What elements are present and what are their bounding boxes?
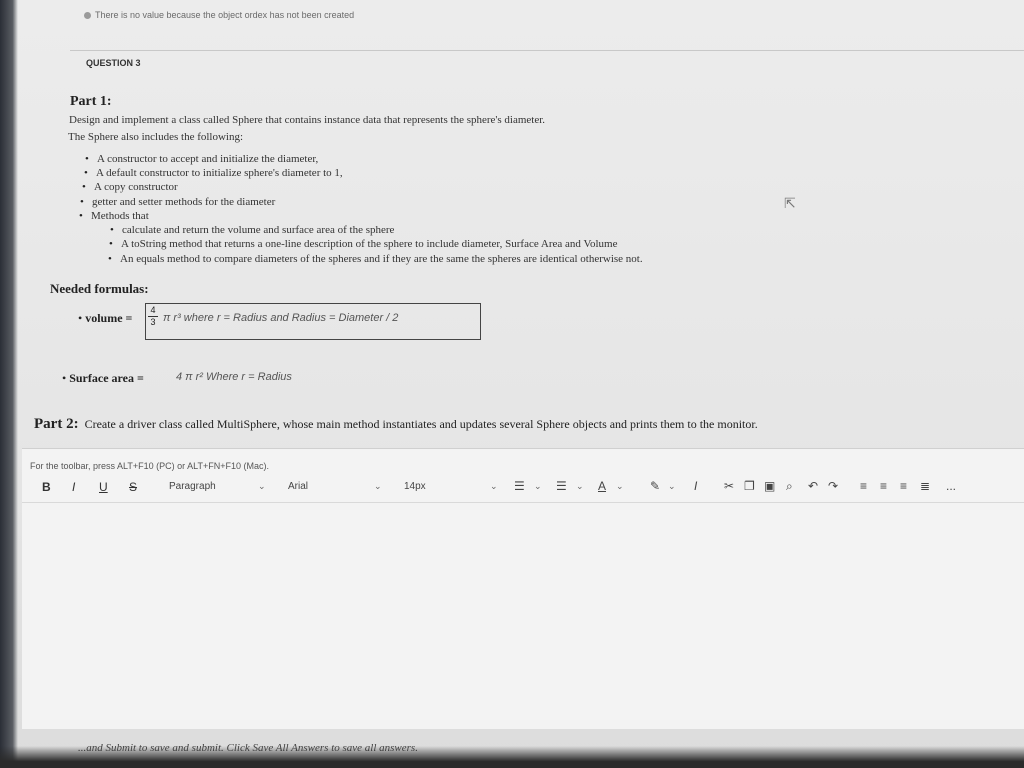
question-label: QUESTION 3 [86,58,141,68]
chevron-down-icon[interactable]: ⌄ [490,481,498,492]
validation-notice: There is no value because the object ord… [84,10,354,20]
chevron-down-icon[interactable]: ⌄ [616,481,624,492]
bullet-item: getter and setter methods for the diamet… [80,196,275,208]
chevron-down-icon[interactable]: ⌄ [668,481,676,492]
formulas-heading: Needed formulas: [50,281,149,296]
size-select[interactable]: 14px [404,481,426,492]
monitor-bezel-bottom [0,746,1024,768]
monitor-bezel-left [0,0,18,768]
italic-button[interactable]: I [72,480,75,494]
align-right-icon[interactable]: ≡ [900,479,907,493]
highlight-icon[interactable]: ✎ [650,479,660,493]
numbered-list-icon[interactable]: ☰ [556,479,567,493]
bullet-item: A copy constructor [82,181,178,193]
clear-format-icon[interactable]: I [694,479,697,493]
surface-area-label: Surface area = [69,371,144,385]
more-icon[interactable]: ... [946,479,956,493]
info-icon [84,12,91,19]
volume-formula: • volume = [78,311,133,325]
part2-block: Part 2: Create a driver class called Mult… [34,416,758,433]
align-center-icon[interactable]: ≡ [880,479,887,493]
fraction-denominator: 3 [150,317,156,327]
toolbar-hint: For the toolbar, press ALT+F10 (PC) or A… [30,461,270,471]
volume-fraction: 43 [148,305,158,327]
underline-button[interactable]: U [99,480,108,494]
part1-intro: Design and implement a class called Sphe… [69,114,546,126]
surface-area-formula: • Surface area = [62,371,144,385]
bullet-item: A default constructor to initialize sphe… [84,167,343,179]
undo-icon[interactable]: ↶ [808,479,818,493]
bullet-item: Methods that [79,210,149,222]
bullet-item: A constructor to accept and initialize t… [85,153,318,165]
redo-icon[interactable]: ↷ [828,479,838,493]
chevron-down-icon[interactable]: ⌄ [374,481,382,492]
fraction-numerator: 4 [148,305,158,317]
align-left-icon[interactable]: ≡ [860,479,867,493]
strikethrough-button[interactable]: S [129,480,137,494]
part2-heading: Part 2: [34,416,79,432]
notice-text: There is no value because the object ord… [95,10,355,20]
editor-toolbar: B I U S Paragraph ⌄ Arial ⌄ 14px ⌄ ☰ ⌄ ☰… [22,472,1024,503]
surface-area-expression: 4 π r² Where r = Radius [176,371,292,383]
find-icon[interactable]: ⌕ [786,479,793,494]
chevron-down-icon[interactable]: ⌄ [534,481,542,492]
justify-icon[interactable]: ≣ [920,479,930,493]
volume-expression: π r³ where r = Radius and Radius = Diame… [163,312,399,324]
bullet-list-icon[interactable]: ☰ [514,479,525,493]
question-divider [70,50,1024,51]
cursor-icon: ⇱ [784,197,796,212]
part2-text: Create a driver class called MultiSphere… [84,417,758,431]
cut-icon[interactable]: ✂ [724,479,734,493]
font-select[interactable]: Arial [288,481,308,492]
part1-intro-2: The Sphere also includes the following: [68,131,244,143]
sub-bullet-item: calculate and return the volume and surf… [110,224,394,236]
sub-bullet-item: An equals method to compare diameters of… [108,253,643,265]
copy-icon[interactable]: ❐ [744,479,755,493]
text-color-icon[interactable]: A [598,479,606,493]
volume-label: volume = [85,311,133,325]
chevron-down-icon[interactable]: ⌄ [258,481,266,492]
paragraph-select[interactable]: Paragraph [169,481,216,492]
part1-heading: Part 1: [70,94,112,109]
paste-icon[interactable]: ▣ [764,479,775,493]
chevron-down-icon[interactable]: ⌄ [576,481,584,492]
bold-button[interactable]: B [42,480,51,494]
sub-bullet-item: A toString method that returns a one-lin… [109,238,617,250]
